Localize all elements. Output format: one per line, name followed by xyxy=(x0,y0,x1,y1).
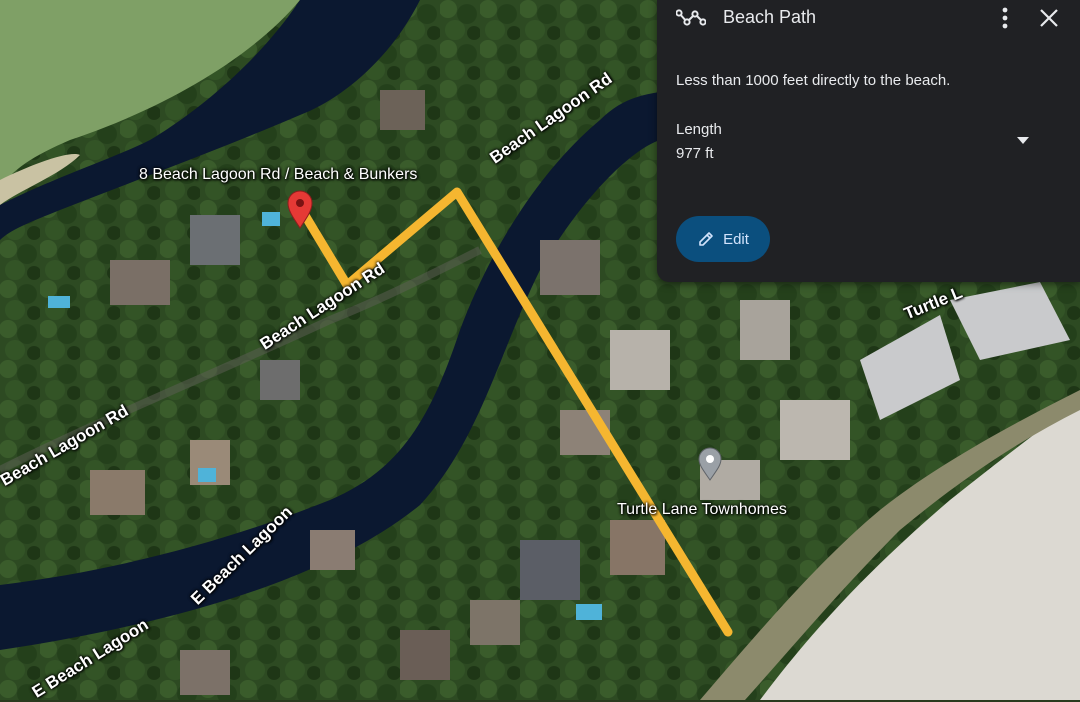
edit-button-label: Edit xyxy=(723,230,749,248)
start-point-label[interactable]: 8 Beach Lagoon Rd / Beach & Bunkers xyxy=(139,166,417,184)
more-vert-icon[interactable] xyxy=(993,4,1017,32)
path-info-panel: Beach Path Less than 1000 feet directly … xyxy=(657,0,1080,282)
pencil-icon xyxy=(699,232,713,246)
length-label: Length xyxy=(676,121,722,138)
panel-title: Beach Path xyxy=(723,7,817,27)
path-icon xyxy=(676,9,706,26)
dropdown-arrow-icon[interactable] xyxy=(1013,130,1033,150)
close-icon[interactable] xyxy=(1037,5,1061,31)
edit-button[interactable]: Edit xyxy=(676,216,770,262)
path-description: Less than 1000 feet directly to the beac… xyxy=(676,72,951,89)
length-value: 977 ft xyxy=(676,145,714,162)
poi-label-turtle-lane-townhomes[interactable]: Turtle Lane Townhomes xyxy=(617,501,787,519)
